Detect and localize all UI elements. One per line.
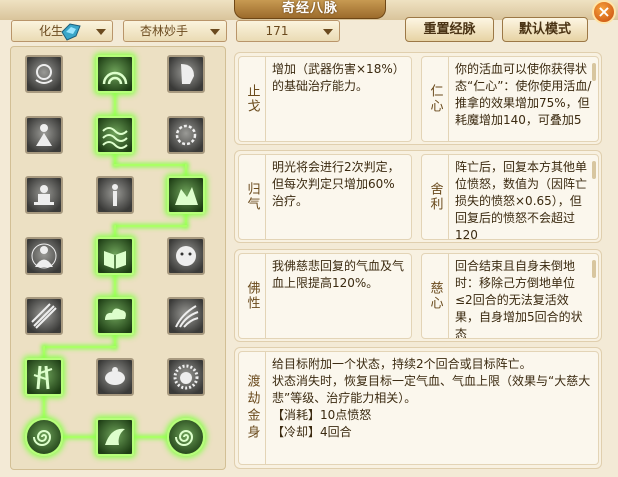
standing-figure-icon	[112, 184, 118, 206]
meridian-node[interactable]	[96, 116, 134, 154]
skill-card-3[interactable]: 归气 明光将会进行2次判定，但每次判定只增加60%治疗。	[238, 154, 412, 240]
meridian-node[interactable]	[167, 176, 205, 214]
meridian-node[interactable]	[25, 418, 63, 456]
skill-desc-line: 给目标附加一个状态，持续2个回合或目标阵亡。	[272, 357, 532, 371]
school-dropdown[interactable]: 杏林妙手	[123, 20, 227, 42]
skill-card-4[interactable]: 舍利 阵亡后，回复本方其他单位愤怒，数值为（因阵亡损失的愤怒×0.65），但回复…	[421, 154, 599, 240]
buddha-icon	[31, 243, 57, 269]
meridian-node[interactable]	[96, 418, 134, 456]
skill-desc: 阵亡后，回复本方其他单位愤怒，数值为（因阵亡损失的愤怒×0.65），但回复后的愤…	[455, 160, 588, 240]
skill-card-7[interactable]: 渡劫金身 给目标附加一个状态，持续2个回合或目标阵亡。 状态消失时，恢复目标一定…	[238, 351, 599, 465]
meridian-node[interactable]	[25, 116, 63, 154]
profile-face-icon	[181, 64, 194, 84]
skill-name: 归气	[239, 155, 266, 239]
open-book-icon	[104, 251, 126, 269]
scrollbar[interactable]	[592, 260, 596, 278]
meridian-node[interactable]	[96, 176, 134, 214]
cloud-pattern-icon	[105, 308, 126, 320]
lion-head-icon	[173, 364, 199, 390]
points-value: 171	[265, 24, 289, 38]
skill-desc: 回合结束且自身未倒地时：移除己方倒地单位≤2回合的无法复活效果，自身增加5回合的…	[455, 259, 583, 339]
bamboo-icon	[33, 365, 53, 390]
skill-name: 舍利	[422, 155, 449, 239]
gem-icon	[61, 23, 81, 41]
dotted-ring-icon	[175, 124, 197, 146]
rainbow-arch-icon	[102, 71, 128, 85]
staff-bundle-icon	[31, 303, 57, 329]
meridian-node[interactable]	[167, 358, 205, 396]
grass-blades-icon	[175, 305, 199, 328]
skill-name: 止戈	[239, 57, 266, 141]
meridian-link	[43, 346, 116, 348]
skill-row-2: 归气 明光将会进行2次判定，但每次判定只增加60%治疗。 舍利 阵亡后，回复本方…	[234, 150, 602, 243]
skill-desc: 增加（武器伤害×18%）的基础治疗能力。	[272, 62, 405, 93]
skill-desc: 我佛慈悲回复的气血及气血上限提高120%。	[272, 259, 405, 290]
meridian-node[interactable]	[167, 237, 205, 275]
skill-name: 渡劫金身	[239, 352, 266, 464]
round-face-icon	[176, 246, 196, 266]
skill-desc-line: 状态消失时，恢复目标一定气血、气血上限（效果与“大慈大悲”等级、治疗能力相关）。	[272, 374, 591, 405]
meridian-node[interactable]	[167, 418, 205, 456]
skill-name: 仁心	[422, 57, 449, 141]
meridian-link	[114, 225, 187, 227]
skill-desc: 给目标附加一个状态，持续2个回合或目标阵亡。 状态消失时，恢复目标一定气血、气血…	[272, 356, 592, 441]
skill-card-5[interactable]: 佛性 我佛慈悲回复的气血及气血上限提高120%。	[238, 253, 412, 339]
meridian-window: 奇经八脉 × 化生 杏林妙手 171 重置经脉 默认模式 止戈 增加（武器伤害×…	[0, 0, 618, 477]
skill-card-1[interactable]: 止戈 增加（武器伤害×18%）的基础治疗能力。	[238, 56, 412, 142]
spiral-orb-icon	[33, 430, 52, 446]
meridian-node[interactable]	[167, 55, 205, 93]
skill-desc: 明光将会进行2次判定，但每次判定只增加60%治疗。	[272, 160, 400, 208]
meridian-node[interactable]	[25, 55, 63, 93]
default-mode-button[interactable]: 默认模式	[502, 17, 588, 42]
meridian-node[interactable]	[25, 176, 63, 214]
points-dropdown[interactable]: 171	[236, 20, 340, 42]
meridian-link	[114, 164, 187, 166]
skill-name: 慈心	[422, 254, 449, 338]
skill-row-1: 止戈 增加（武器伤害×18%）的基础治疗能力。 仁心 你的活血可以使你获得状态“…	[234, 52, 602, 145]
skill-card-2[interactable]: 仁心 你的活血可以使你获得状态“仁心”：使你使用活血/推拿的效果增加75%，但耗…	[421, 56, 599, 142]
meridian-node[interactable]	[167, 297, 205, 335]
reset-meridian-button[interactable]: 重置经脉	[405, 17, 494, 42]
cloud-swirl-icon	[35, 64, 53, 84]
praying-figure-icon	[36, 124, 52, 146]
chevron-down-icon	[204, 21, 226, 41]
rocks-icon	[175, 187, 198, 205]
skill-cost: 【消耗】10点愤怒	[272, 408, 372, 422]
spiral-orb-icon	[175, 430, 194, 446]
waves-icon	[102, 127, 128, 149]
skill-cooldown: 【冷却】4回合	[272, 425, 352, 439]
school-value: 杏林妙手	[139, 24, 188, 38]
skill-name: 佛性	[239, 254, 266, 338]
chevron-down-icon	[317, 21, 339, 41]
tortoise-icon	[105, 367, 125, 385]
scrollbar[interactable]	[592, 161, 596, 179]
skill-row-3: 佛性 我佛慈悲回复的气血及气血上限提高120%。 慈心 回合结束且自身未倒地时：…	[234, 249, 602, 342]
meridian-node[interactable]	[96, 297, 134, 335]
meditating-figure-icon	[34, 185, 54, 205]
faction-dropdown[interactable]: 化生	[11, 20, 113, 42]
close-button[interactable]: ×	[592, 0, 616, 24]
skill-card-6[interactable]: 慈心 回合结束且自身未倒地时：移除己方倒地单位≤2回合的无法复活效果，自身增加5…	[421, 253, 599, 339]
meridian-node[interactable]	[96, 237, 134, 275]
meridian-node[interactable]	[25, 297, 63, 335]
meridian-node[interactable]	[96, 358, 134, 396]
chevron-down-icon	[90, 21, 112, 41]
bird-wing-icon	[105, 428, 125, 445]
meridian-node[interactable]	[167, 116, 205, 154]
skill-row-4: 渡劫金身 给目标附加一个状态，持续2个回合或目标阵亡。 状态消失时，恢复目标一定…	[234, 347, 602, 469]
meridian-node[interactable]	[25, 237, 63, 275]
window-title: 奇经八脉	[234, 0, 386, 19]
scrollbar[interactable]	[592, 63, 596, 81]
skill-desc: 你的活血可以使你获得状态“仁心”：使你使用活血/推拿的效果增加75%，但耗魔增加…	[455, 62, 592, 127]
meridian-node[interactable]	[96, 55, 134, 93]
meridian-node[interactable]	[25, 358, 63, 396]
